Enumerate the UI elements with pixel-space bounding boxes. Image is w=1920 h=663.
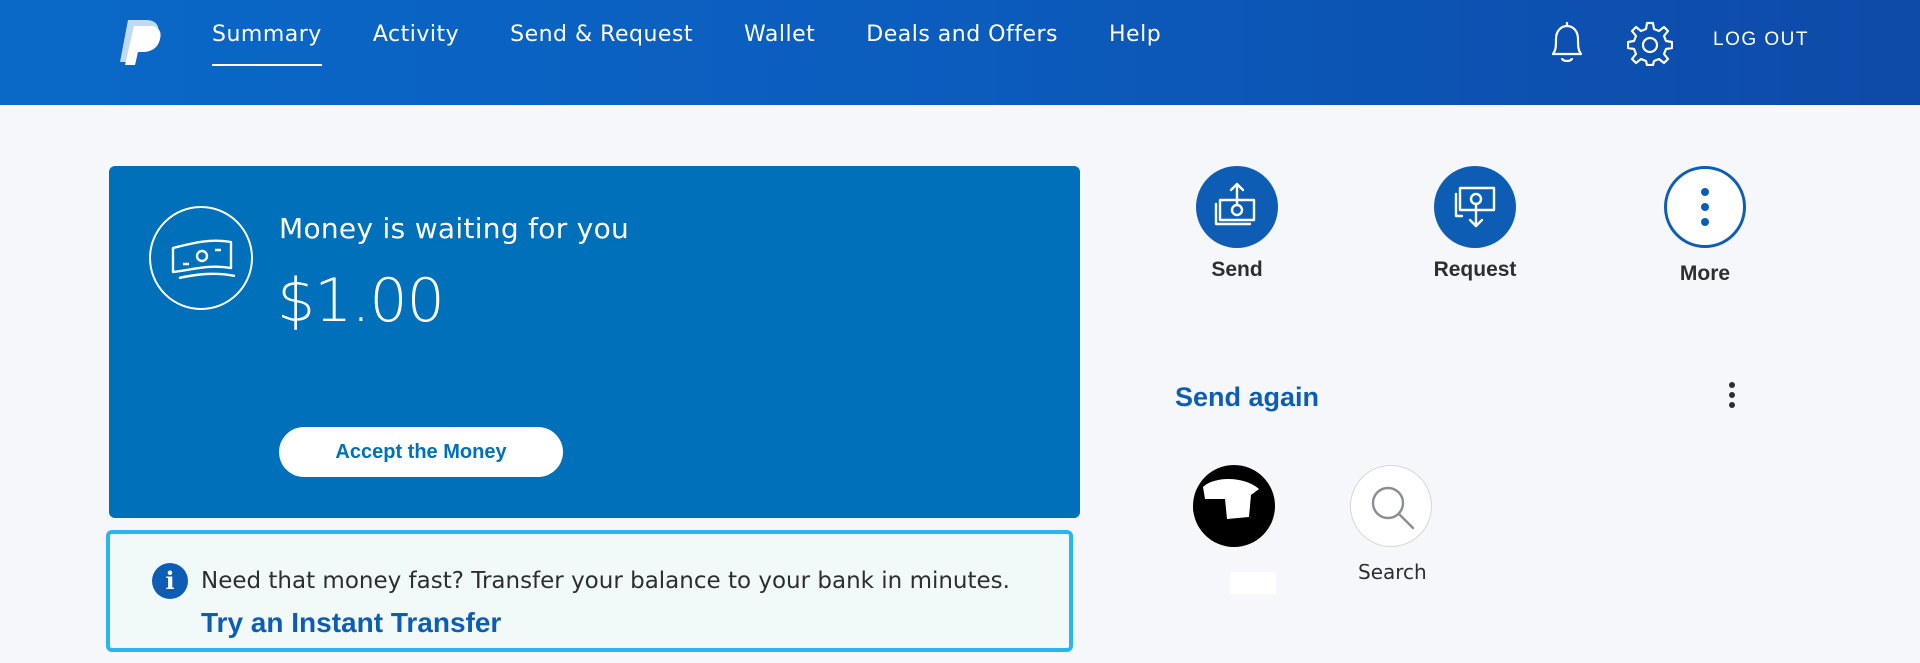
contact-name-redacted [1230, 572, 1276, 594]
send-again-options-icon[interactable] [1722, 382, 1742, 418]
send-action[interactable]: Send [1189, 166, 1285, 282]
main-nav: Summary Activity Send & Request Wallet D… [212, 22, 1212, 66]
request-money-icon[interactable] [1434, 166, 1516, 248]
more-label: More [1679, 262, 1731, 285]
pending-amount: $1.00 [277, 266, 445, 336]
nav-wallet[interactable]: Wallet [744, 22, 815, 66]
instant-transfer-banner: i Need that money fast? Transfer your ba… [106, 530, 1073, 652]
more-vertical-icon[interactable] [1664, 166, 1746, 248]
nav-activity[interactable]: Activity [373, 22, 459, 66]
nav-send-request[interactable]: Send & Request [510, 22, 693, 66]
top-navigation-bar: Summary Activity Send & Request Wallet D… [0, 0, 1920, 105]
nav-help[interactable]: Help [1109, 22, 1161, 66]
send-money-icon[interactable] [1196, 166, 1278, 248]
money-waiting-card: Money is waiting for you $1.00 Accept th… [109, 166, 1080, 518]
money-waiting-title: Money is waiting for you [279, 212, 630, 245]
search-icon[interactable] [1350, 465, 1432, 547]
bell-icon[interactable] [1545, 20, 1589, 66]
instant-transfer-link[interactable]: Try an Instant Transfer [201, 607, 501, 639]
logout-button[interactable]: LOG OUT [1713, 29, 1809, 51]
search-contacts-label: Search [1358, 560, 1427, 584]
accept-money-button[interactable]: Accept the Money [279, 427, 563, 477]
nav-deals-offers[interactable]: Deals and Offers [866, 22, 1058, 66]
cash-icon [149, 206, 253, 310]
avatar[interactable] [1193, 465, 1275, 547]
request-action[interactable]: Request [1420, 166, 1530, 282]
nav-summary[interactable]: Summary [212, 22, 322, 66]
paypal-logo[interactable] [118, 18, 162, 66]
request-label: Request [1433, 258, 1517, 281]
send-label: Send [1211, 258, 1263, 281]
gear-icon[interactable] [1626, 20, 1674, 67]
send-again-heading: Send again [1175, 382, 1320, 412]
banner-message: Need that money fast? Transfer your bala… [201, 568, 1010, 594]
more-action[interactable]: More [1660, 166, 1750, 286]
info-icon: i [152, 563, 188, 599]
